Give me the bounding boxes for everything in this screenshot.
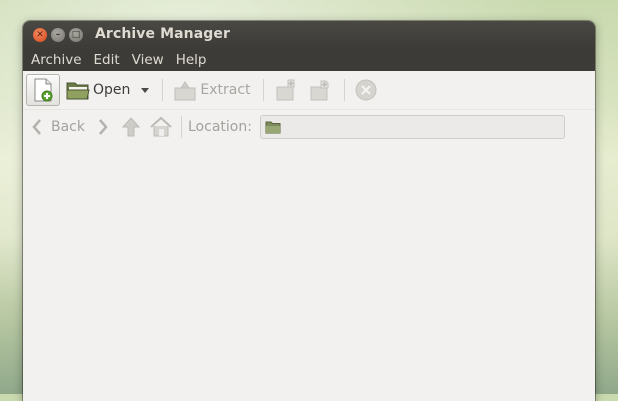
- toolbar-separator: [162, 79, 164, 101]
- toolbar: Open Extract: [23, 71, 595, 110]
- stop-icon: [355, 79, 377, 101]
- add-files-button[interactable]: [270, 75, 302, 105]
- open-button[interactable]: Open: [62, 75, 134, 105]
- location-bar: Back Location:: [23, 110, 595, 144]
- open-archive-icon: [66, 79, 90, 101]
- menu-edit[interactable]: Edit: [88, 49, 126, 71]
- archive-content-area[interactable]: [23, 147, 595, 401]
- chevron-left-icon: [31, 118, 43, 136]
- menu-help[interactable]: Help: [170, 49, 213, 71]
- minimize-window-button[interactable]: –: [51, 28, 65, 42]
- menu-view[interactable]: View: [126, 49, 170, 71]
- toolbar-separator: [343, 79, 345, 101]
- titlebar: ✕ – □ Archive Manager: [23, 21, 595, 49]
- new-archive-button[interactable]: [26, 74, 60, 106]
- maximize-window-button[interactable]: □: [69, 28, 83, 42]
- extract-label: Extract: [200, 82, 251, 98]
- arrow-up-icon: [121, 116, 141, 138]
- menu-archive[interactable]: Archive: [25, 49, 88, 71]
- add-folder-icon: [308, 78, 332, 102]
- home-button[interactable]: [149, 116, 173, 138]
- menubar: Archive Edit View Help: [23, 49, 595, 71]
- add-files-icon: [274, 78, 298, 102]
- back-label: Back: [51, 119, 85, 135]
- add-folder-button[interactable]: [304, 75, 336, 105]
- extract-button[interactable]: Extract: [169, 75, 254, 105]
- back-button[interactable]: Back: [31, 118, 85, 136]
- folder-icon: [265, 120, 281, 134]
- window-title: Archive Manager: [95, 26, 231, 42]
- minimize-icon: –: [55, 29, 61, 40]
- chevron-down-icon: [140, 86, 150, 94]
- up-button[interactable]: [121, 116, 141, 138]
- chevron-right-icon: [97, 118, 109, 136]
- archive-manager-window: ✕ – □ Archive Manager Archive Edit View …: [23, 21, 595, 401]
- close-window-button[interactable]: ✕: [33, 28, 47, 42]
- forward-button[interactable]: [97, 118, 109, 136]
- location-separator: [181, 116, 182, 138]
- maximize-icon: □: [71, 29, 81, 40]
- open-label: Open: [93, 82, 131, 98]
- new-archive-icon: [33, 78, 53, 102]
- toolbar-separator: [262, 79, 264, 101]
- home-icon: [149, 116, 173, 138]
- location-label: Location:: [188, 119, 252, 135]
- close-icon: ✕: [36, 29, 44, 40]
- open-recent-dropdown[interactable]: [136, 75, 154, 105]
- stop-button[interactable]: [351, 75, 381, 105]
- location-field[interactable]: [259, 115, 565, 139]
- extract-icon: [173, 79, 197, 101]
